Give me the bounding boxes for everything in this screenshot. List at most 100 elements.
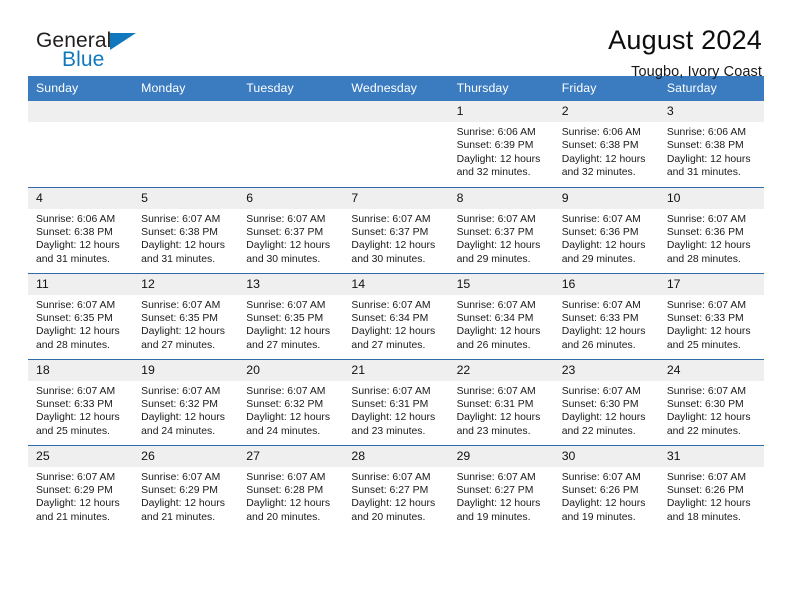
day-sun-info: Sunrise: 6:07 AM Sunset: 6:30 PM Daylight:… [659, 381, 764, 439]
daylight-text-cont: and 20 minutes. [246, 511, 321, 523]
calendar-day-cell[interactable]: 25 Sunrise: 6:07 AM Sunset: 6:29 PM Dayligh… [28, 444, 134, 531]
calendar-day-cell[interactable]: 19 Sunrise: 6:07 AM Sunset: 6:32 PM Dayligh… [133, 358, 239, 445]
weekday-header-sunday: Sunday [28, 76, 134, 101]
daylight-text: Daylight: 12 hours [561, 153, 646, 165]
sunrise-text: Sunrise: 6:07 AM [141, 299, 221, 311]
daylight-text: Daylight: 12 hours [246, 326, 331, 338]
sunset-text: Sunset: 6:33 PM [666, 312, 744, 324]
page-title: August 2024 [608, 25, 762, 55]
calendar-day-cell[interactable]: 22 Sunrise: 6:07 AM Sunset: 6:31 PM Dayligh… [448, 358, 554, 445]
calendar-day-cell[interactable]: 7 Sunrise: 6:07 AM Sunset: 6:37 PM Daylight… [343, 186, 449, 273]
daylight-text: Daylight: 12 hours [36, 412, 120, 424]
calendar-day-cell[interactable]: 14 Sunrise: 6:07 AM Sunset: 6:34 PM Dayligh… [343, 272, 449, 359]
sunrise-text: Sunrise: 6:07 AM [36, 385, 116, 397]
calendar-day-cell[interactable]: 20 Sunrise: 6:07 AM Sunset: 6:32 PM Dayligh… [238, 358, 344, 445]
calendar-day-cell[interactable]: 11 Sunrise: 6:07 AM Sunset: 6:35 PM Dayligh… [28, 272, 134, 359]
sunset-text: Sunset: 6:28 PM [246, 484, 324, 496]
sunset-text: Sunset: 6:32 PM [246, 398, 324, 410]
calendar-day-cell[interactable]: 12 Sunrise: 6:07 AM Sunset: 6:35 PM Dayligh… [133, 272, 239, 359]
day-sun-info: Sunrise: 6:07 AM Sunset: 6:26 PM Daylight:… [659, 467, 764, 525]
day-sun-info: Sunrise: 6:07 AM Sunset: 6:32 PM Daylight:… [133, 381, 238, 439]
sunrise-text: Sunrise: 6:07 AM [561, 299, 641, 311]
day-sun-info: Sunrise: 6:07 AM Sunset: 6:37 PM Daylight:… [343, 209, 448, 267]
title-block: August 2024 Tougbo, Ivory Coast [608, 25, 764, 81]
day-sun-info: Sunrise: 6:07 AM Sunset: 6:33 PM Daylight:… [554, 295, 659, 353]
calendar-day-cell[interactable]: 31 Sunrise: 6:07 AM Sunset: 6:26 PM Dayligh… [658, 444, 764, 531]
daylight-text-cont: and 30 minutes. [351, 253, 426, 265]
sunrise-text: Sunrise: 6:07 AM [456, 299, 536, 311]
day-number: 18 [28, 359, 134, 381]
calendar-day-cell[interactable]: 6 Sunrise: 6:07 AM Sunset: 6:37 PM Daylight… [238, 186, 344, 273]
calendar-week-row: 25 Sunrise: 6:07 AM Sunset: 6:29 PM Dayligh… [28, 444, 764, 531]
daylight-text: Daylight: 12 hours [666, 498, 751, 510]
calendar-day-cell[interactable]: 30 Sunrise: 6:07 AM Sunset: 6:26 PM Dayligh… [553, 444, 659, 531]
day-sun-info: Sunrise: 6:06 AM Sunset: 6:38 PM Daylight:… [554, 122, 659, 180]
daylight-text: Daylight: 12 hours [351, 326, 436, 338]
day-number: 25 [28, 445, 134, 467]
day-number: 21 [343, 359, 449, 381]
calendar-day-cell[interactable]: 24 Sunrise: 6:07 AM Sunset: 6:30 PM Dayligh… [658, 358, 764, 445]
daylight-text: Daylight: 12 hours [456, 412, 541, 424]
daylight-text: Daylight: 12 hours [456, 153, 541, 165]
day-number: 20 [238, 359, 344, 381]
sunrise-text: Sunrise: 6:07 AM [351, 385, 431, 397]
calendar-day-cell[interactable]: 5 Sunrise: 6:07 AM Sunset: 6:38 PM Daylight… [133, 186, 239, 273]
calendar-day-cell[interactable]: 27 Sunrise: 6:07 AM Sunset: 6:28 PM Dayligh… [238, 444, 344, 531]
day-sun-info: Sunrise: 6:07 AM Sunset: 6:35 PM Daylight:… [133, 295, 238, 353]
calendar-day-cell[interactable]: 2 Sunrise: 6:06 AM Sunset: 6:38 PM Daylight… [553, 101, 659, 187]
daylight-text: Daylight: 12 hours [36, 498, 120, 510]
calendar-cell-empty [28, 101, 134, 187]
day-sun-info: Sunrise: 6:07 AM Sunset: 6:26 PM Daylight:… [554, 467, 659, 525]
sunset-text: Sunset: 6:27 PM [351, 484, 429, 496]
day-sun-info: Sunrise: 6:06 AM Sunset: 6:39 PM Daylight:… [449, 122, 554, 180]
day-number: 7 [343, 187, 449, 209]
daylight-text: Daylight: 12 hours [36, 240, 120, 252]
day-sun-info: Sunrise: 6:07 AM Sunset: 6:27 PM Daylight:… [343, 467, 448, 525]
page-subtitle: Tougbo, Ivory Coast [631, 64, 762, 81]
daylight-text-cont: and 23 minutes. [456, 425, 531, 437]
sunset-text: Sunset: 6:33 PM [561, 312, 639, 324]
calendar-day-cell[interactable]: 15 Sunrise: 6:07 AM Sunset: 6:34 PM Dayligh… [448, 272, 554, 359]
daylight-text-cont: and 32 minutes. [561, 167, 636, 179]
calendar-day-cell[interactable]: 10 Sunrise: 6:07 AM Sunset: 6:36 PM Dayligh… [658, 186, 764, 273]
general-blue-logo[interactable]: General Blue [28, 26, 148, 78]
day-sun-info: Sunrise: 6:07 AM Sunset: 6:31 PM Daylight:… [343, 381, 448, 439]
sunset-text: Sunset: 6:37 PM [351, 226, 429, 238]
daylight-text: Daylight: 12 hours [456, 240, 541, 252]
page-header: General Blue August 2024 Tougbo, Ivory C… [28, 0, 764, 80]
calendar-day-cell[interactable]: 26 Sunrise: 6:07 AM Sunset: 6:29 PM Dayligh… [133, 444, 239, 531]
day-sun-info: Sunrise: 6:07 AM Sunset: 6:34 PM Daylight:… [343, 295, 448, 353]
day-sun-info: Sunrise: 6:07 AM Sunset: 6:27 PM Daylight:… [449, 467, 554, 525]
sunrise-text: Sunrise: 6:07 AM [666, 213, 746, 225]
calendar-day-cell[interactable]: 4 Sunrise: 6:06 AM Sunset: 6:38 PM Daylight… [28, 186, 134, 273]
calendar-day-cell[interactable]: 23 Sunrise: 6:07 AM Sunset: 6:30 PM Dayligh… [553, 358, 659, 445]
daylight-text-cont: and 25 minutes. [666, 339, 741, 351]
calendar-day-cell[interactable]: 1 Sunrise: 6:06 AM Sunset: 6:39 PM Daylight… [448, 101, 554, 187]
calendar-day-cell[interactable]: 8 Sunrise: 6:07 AM Sunset: 6:37 PM Daylight… [448, 186, 554, 273]
daylight-text-cont: and 31 minutes. [141, 253, 216, 265]
calendar-day-cell[interactable]: 9 Sunrise: 6:07 AM Sunset: 6:36 PM Daylight… [553, 186, 659, 273]
calendar-day-cell[interactable]: 13 Sunrise: 6:07 AM Sunset: 6:35 PM Dayligh… [238, 272, 344, 359]
daylight-text: Daylight: 12 hours [666, 326, 751, 338]
calendar-day-cell[interactable]: 29 Sunrise: 6:07 AM Sunset: 6:27 PM Dayligh… [448, 444, 554, 531]
day-sun-info: Sunrise: 6:07 AM Sunset: 6:28 PM Daylight:… [238, 467, 343, 525]
sunrise-text: Sunrise: 6:07 AM [456, 213, 536, 225]
sunset-text: Sunset: 6:35 PM [36, 312, 113, 324]
sunrise-text: Sunrise: 6:07 AM [351, 471, 431, 483]
sunset-text: Sunset: 6:33 PM [36, 398, 113, 410]
sunrise-text: Sunrise: 6:07 AM [141, 213, 221, 225]
calendar-day-cell[interactable]: 28 Sunrise: 6:07 AM Sunset: 6:27 PM Dayligh… [343, 444, 449, 531]
sunrise-text: Sunrise: 6:07 AM [456, 471, 536, 483]
sunrise-text: Sunrise: 6:07 AM [561, 385, 641, 397]
calendar-day-cell[interactable]: 17 Sunrise: 6:07 AM Sunset: 6:33 PM Dayligh… [658, 272, 764, 359]
calendar-day-cell[interactable]: 3 Sunrise: 6:06 AM Sunset: 6:38 PM Daylight… [658, 101, 764, 187]
day-sun-info: Sunrise: 6:07 AM Sunset: 6:35 PM Daylight:… [238, 295, 343, 353]
day-number: 2 [553, 101, 659, 122]
calendar-day-cell[interactable]: 16 Sunrise: 6:07 AM Sunset: 6:33 PM Dayligh… [553, 272, 659, 359]
daylight-text: Daylight: 12 hours [141, 412, 225, 424]
calendar-cell-empty [133, 101, 239, 187]
daylight-text-cont: and 21 minutes. [141, 511, 216, 523]
calendar-day-cell[interactable]: 21 Sunrise: 6:07 AM Sunset: 6:31 PM Dayligh… [343, 358, 449, 445]
calendar-page: General Blue August 2024 Tougbo, Ivory C… [0, 0, 792, 612]
calendar-day-cell[interactable]: 18 Sunrise: 6:07 AM Sunset: 6:33 PM Dayligh… [28, 358, 134, 445]
